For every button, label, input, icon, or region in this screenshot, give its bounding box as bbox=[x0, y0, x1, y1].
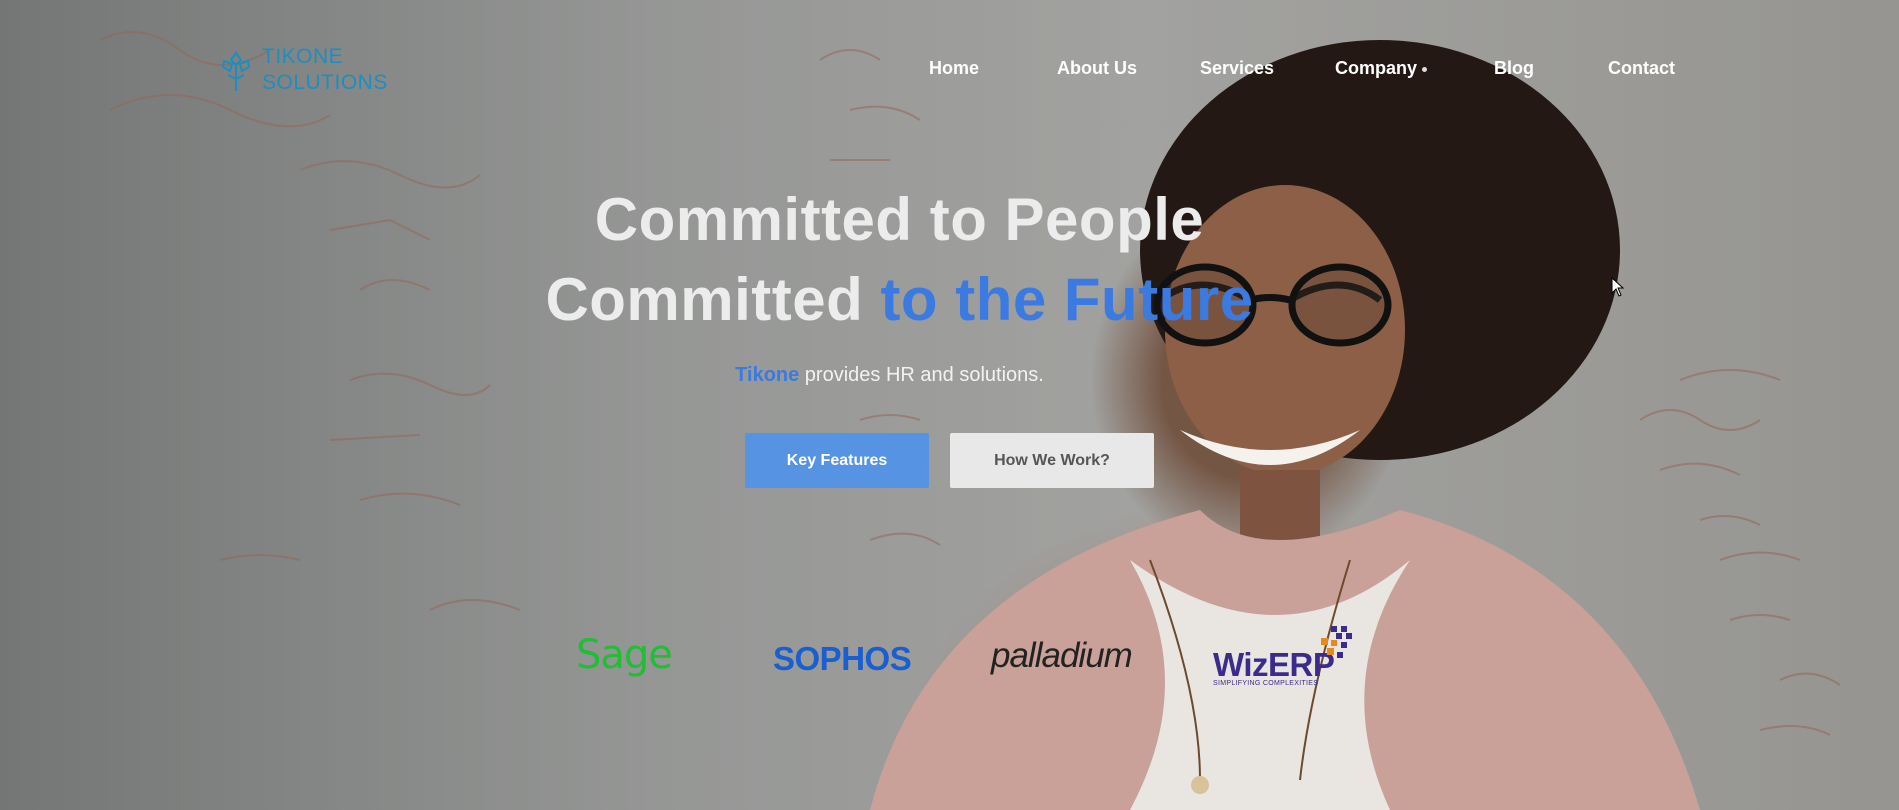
hero-subtitle: Tikone provides HR and solutions. bbox=[0, 364, 1839, 387]
mouse-cursor-icon bbox=[1611, 277, 1625, 297]
nav-about-us[interactable]: About Us bbox=[1057, 58, 1137, 79]
wizerp-mark-icon bbox=[1321, 626, 1352, 658]
logo-text: TIKONE SOLUTIONS bbox=[262, 44, 388, 96]
nav-services[interactable]: Services bbox=[1200, 58, 1274, 79]
logo-line-1: TIKONE bbox=[262, 45, 344, 68]
palladium-logo: palladium bbox=[991, 636, 1133, 675]
wizerp-logo: WizERP SIMPLIFYING COMPLEXITIES bbox=[1213, 626, 1352, 687]
logo-line-2: SOLUTIONS bbox=[262, 71, 388, 94]
subtitle-brand: Tikone bbox=[735, 364, 800, 386]
hero-title-line-2: Committed to the Future bbox=[0, 265, 1849, 334]
nav-company[interactable]: Company bbox=[1335, 58, 1428, 79]
sage-logo: Sage bbox=[576, 632, 673, 678]
hero-title-line-1: Committed to People bbox=[594, 186, 1205, 253]
tree-leaf-icon bbox=[221, 51, 251, 91]
sophos-logo: SOPHOS bbox=[773, 640, 912, 677]
nav-company-label: Company bbox=[1335, 58, 1418, 78]
dropdown-dot-icon bbox=[1422, 66, 1428, 72]
subtitle-text: provides HR and solutions. bbox=[799, 364, 1044, 386]
hero-title-line-2-part-a: Committed bbox=[545, 266, 881, 333]
hero-title-accent: to the Future bbox=[880, 266, 1254, 333]
nav-blog[interactable]: Blog bbox=[1494, 58, 1534, 79]
nav-contact[interactable]: Contact bbox=[1608, 58, 1675, 79]
site-logo[interactable]: TIKONE SOLUTIONS bbox=[218, 44, 388, 96]
person-photo bbox=[870, 40, 1700, 810]
key-features-button[interactable]: Key Features bbox=[745, 433, 929, 488]
wizerp-tagline: SIMPLIFYING COMPLEXITIES bbox=[1213, 680, 1319, 687]
how-we-work-button[interactable]: How We Work? bbox=[950, 433, 1154, 488]
nav-home[interactable]: Home bbox=[929, 58, 979, 79]
